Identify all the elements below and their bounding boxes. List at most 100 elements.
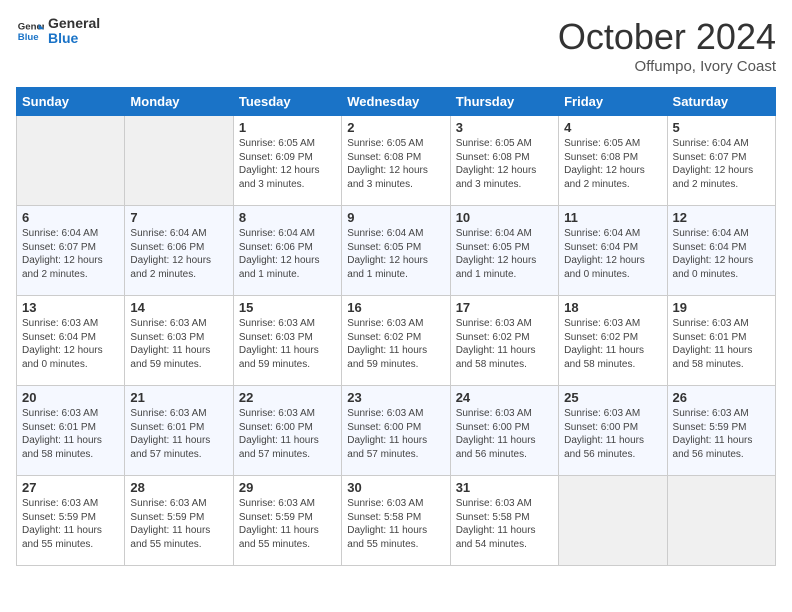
day-number: 14 (130, 300, 227, 315)
day-info: Sunrise: 6:03 AM Sunset: 6:03 PM Dayligh… (239, 317, 336, 371)
day-info: Sunrise: 6:03 AM Sunset: 6:02 PM Dayligh… (564, 317, 661, 371)
calendar-cell: 24 Sunrise: 6:03 AM Sunset: 6:00 PM Dayli… (450, 386, 558, 476)
calendar-cell: 3 Sunrise: 6:05 AM Sunset: 6:08 PM Daylig… (450, 116, 558, 206)
calendar-cell: 9Sunrise: 6:04 AM Sunset: 6:05 PM Daylig… (342, 206, 450, 296)
weekday-header-thursday: Thursday (450, 88, 558, 116)
day-number: 7 (130, 210, 227, 225)
day-number: 3 (456, 120, 553, 135)
day-info: Sunrise: 6:03 AM Sunset: 6:02 PM Dayligh… (347, 317, 444, 371)
weekday-header-saturday: Saturday (667, 88, 775, 116)
day-number: 21 (130, 390, 227, 405)
calendar-cell: 11Sunrise: 6:04 AM Sunset: 6:04 PM Dayli… (559, 206, 667, 296)
day-info: Sunrise: 6:03 AM Sunset: 6:02 PM Dayligh… (456, 317, 553, 371)
calendar-cell: 22Sunrise: 6:03 AM Sunset: 6:00 PM Dayli… (233, 386, 341, 476)
day-number: 5 (673, 120, 770, 135)
calendar-cell: 13Sunrise: 6:03 AM Sunset: 6:04 PM Dayli… (17, 296, 125, 386)
calendar-cell: 10 Sunrise: 6:04 AM Sunset: 6:05 PM Dayli… (450, 206, 558, 296)
calendar-cell: 21 Sunrise: 6:03 AM Sunset: 6:01 PM Dayli… (125, 386, 233, 476)
weekday-header-tuesday: Tuesday (233, 88, 341, 116)
month-title: October 2024 (558, 16, 776, 58)
logo-icon: General Blue (16, 17, 44, 45)
day-number: 15 (239, 300, 336, 315)
calendar-cell: 7 Sunrise: 6:04 AM Sunset: 6:06 PM Daylig… (125, 206, 233, 296)
day-number: 18 (564, 300, 661, 315)
calendar-cell: 26Sunrise: 6:03 AM Sunset: 5:59 PM Dayli… (667, 386, 775, 476)
day-number: 2 (347, 120, 444, 135)
day-number: 17 (456, 300, 553, 315)
day-number: 11 (564, 210, 661, 225)
day-number: 4 (564, 120, 661, 135)
day-number: 19 (673, 300, 770, 315)
weekday-header-sunday: Sunday (17, 88, 125, 116)
day-info: Sunrise: 6:05 AM Sunset: 6:08 PM Dayligh… (456, 137, 553, 191)
day-info: Sunrise: 6:03 AM Sunset: 5:59 PM Dayligh… (673, 407, 770, 461)
day-info: Sunrise: 6:03 AM Sunset: 6:01 PM Dayligh… (22, 407, 119, 461)
day-number: 10 (456, 210, 553, 225)
calendar-cell: 16 Sunrise: 6:03 AM Sunset: 6:02 PM Dayli… (342, 296, 450, 386)
day-number: 6 (22, 210, 119, 225)
day-info: Sunrise: 6:04 AM Sunset: 6:07 PM Dayligh… (22, 227, 119, 281)
weekday-header-friday: Friday (559, 88, 667, 116)
calendar-cell: 4Sunrise: 6:05 AM Sunset: 6:08 PM Daylig… (559, 116, 667, 206)
day-info: Sunrise: 6:04 AM Sunset: 6:04 PM Dayligh… (673, 227, 770, 281)
calendar-cell: 29Sunrise: 6:03 AM Sunset: 5:59 PM Dayli… (233, 476, 341, 566)
calendar-cell: 25 Sunrise: 6:03 AM Sunset: 6:00 PM Dayli… (559, 386, 667, 476)
day-info: Sunrise: 6:03 AM Sunset: 6:03 PM Dayligh… (130, 317, 227, 371)
day-number: 13 (22, 300, 119, 315)
logo: General Blue General Blue (16, 16, 100, 47)
calendar-cell: 1 Sunrise: 6:05 AM Sunset: 6:09 PM Daylig… (233, 116, 341, 206)
day-info: Sunrise: 6:04 AM Sunset: 6:06 PM Dayligh… (239, 227, 336, 281)
weekday-header-monday: Monday (125, 88, 233, 116)
day-number: 8 (239, 210, 336, 225)
calendar-cell: 5 Sunrise: 6:04 AM Sunset: 6:07 PM Daylig… (667, 116, 775, 206)
calendar-cell: 20 Sunrise: 6:03 AM Sunset: 6:01 PM Dayli… (17, 386, 125, 476)
day-number: 27 (22, 480, 119, 495)
day-number: 25 (564, 390, 661, 405)
day-number: 9 (347, 210, 444, 225)
calendar-cell (125, 116, 233, 206)
calendar-cell: 12 Sunrise: 6:04 AM Sunset: 6:04 PM Dayli… (667, 206, 775, 296)
day-info: Sunrise: 6:03 AM Sunset: 5:59 PM Dayligh… (239, 497, 336, 551)
day-info: Sunrise: 6:03 AM Sunset: 5:59 PM Dayligh… (130, 497, 227, 551)
day-number: 12 (673, 210, 770, 225)
calendar-cell: 14 Sunrise: 6:03 AM Sunset: 6:03 PM Dayli… (125, 296, 233, 386)
calendar-cell: 6 Sunrise: 6:04 AM Sunset: 6:07 PM Daylig… (17, 206, 125, 296)
calendar-cell: 27Sunrise: 6:03 AM Sunset: 5:59 PM Dayli… (17, 476, 125, 566)
location-subtitle: Offumpo, Ivory Coast (558, 58, 776, 75)
day-number: 31 (456, 480, 553, 495)
calendar-table: SundayMondayTuesdayWednesdayThursdayFrid… (16, 87, 776, 566)
day-info: Sunrise: 6:05 AM Sunset: 6:08 PM Dayligh… (347, 137, 444, 191)
day-number: 1 (239, 120, 336, 135)
day-info: Sunrise: 6:04 AM Sunset: 6:06 PM Dayligh… (130, 227, 227, 281)
day-info: Sunrise: 6:03 AM Sunset: 6:01 PM Dayligh… (130, 407, 227, 461)
title-block: October 2024 Offumpo, Ivory Coast (558, 16, 776, 75)
day-number: 24 (456, 390, 553, 405)
page-header: General Blue General Blue October 2024 O… (16, 16, 776, 75)
day-number: 22 (239, 390, 336, 405)
calendar-cell (559, 476, 667, 566)
day-info: Sunrise: 6:03 AM Sunset: 6:00 PM Dayligh… (347, 407, 444, 461)
day-info: Sunrise: 6:04 AM Sunset: 6:07 PM Dayligh… (673, 137, 770, 191)
day-number: 23 (347, 390, 444, 405)
logo-general: General (48, 16, 100, 31)
day-info: Sunrise: 6:03 AM Sunset: 6:00 PM Dayligh… (564, 407, 661, 461)
calendar-cell: 17 Sunrise: 6:03 AM Sunset: 6:02 PM Dayli… (450, 296, 558, 386)
day-info: Sunrise: 6:05 AM Sunset: 6:09 PM Dayligh… (239, 137, 336, 191)
calendar-cell: 31 Sunrise: 6:03 AM Sunset: 5:58 PM Dayli… (450, 476, 558, 566)
calendar-cell: 19 Sunrise: 6:03 AM Sunset: 6:01 PM Dayli… (667, 296, 775, 386)
day-info: Sunrise: 6:04 AM Sunset: 6:05 PM Dayligh… (456, 227, 553, 281)
logo-blue: Blue (48, 31, 100, 46)
day-info: Sunrise: 6:03 AM Sunset: 6:01 PM Dayligh… (673, 317, 770, 371)
calendar-cell: 15 Sunrise: 6:03 AM Sunset: 6:03 PM Dayli… (233, 296, 341, 386)
day-number: 16 (347, 300, 444, 315)
day-info: Sunrise: 6:03 AM Sunset: 5:58 PM Dayligh… (456, 497, 553, 551)
calendar-cell: 18 Sunrise: 6:03 AM Sunset: 6:02 PM Dayli… (559, 296, 667, 386)
day-number: 28 (130, 480, 227, 495)
calendar-cell (17, 116, 125, 206)
day-number: 20 (22, 390, 119, 405)
calendar-cell: 28 Sunrise: 6:03 AM Sunset: 5:59 PM Dayli… (125, 476, 233, 566)
calendar-cell: 30Sunrise: 6:03 AM Sunset: 5:58 PM Dayli… (342, 476, 450, 566)
day-info: Sunrise: 6:03 AM Sunset: 5:58 PM Dayligh… (347, 497, 444, 551)
svg-text:Blue: Blue (18, 32, 39, 43)
day-info: Sunrise: 6:03 AM Sunset: 6:00 PM Dayligh… (456, 407, 553, 461)
